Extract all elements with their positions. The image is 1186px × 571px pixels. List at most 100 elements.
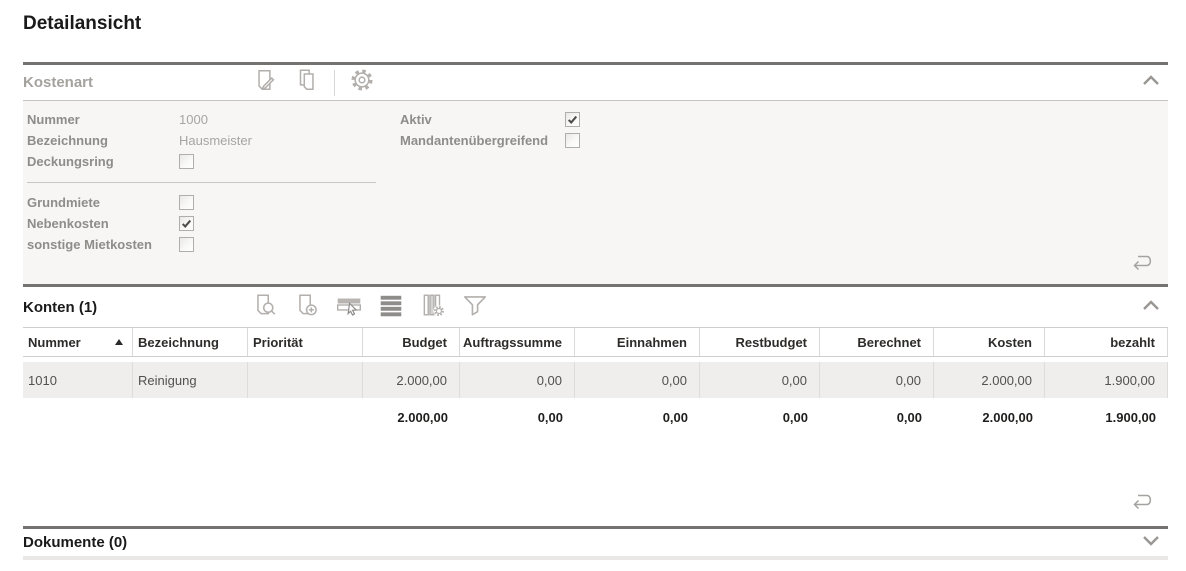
konten-title: Konten (1) (23, 298, 98, 316)
total-kosten: 2.000,00 (982, 410, 1033, 425)
rows-view-icon (378, 292, 404, 323)
column-header-prioritaet[interactable]: Priorität (248, 328, 363, 356)
chevron-up-icon (1140, 298, 1162, 317)
sort-ascending-icon (115, 339, 123, 345)
aktiv-checkbox[interactable] (565, 112, 580, 127)
field-label: Nebenkosten (27, 216, 109, 231)
field-nebenkosten: Nebenkosten (27, 213, 400, 234)
konten-return-button[interactable] (1128, 491, 1156, 516)
field-value: Hausmeister (179, 133, 252, 148)
cell-restbudget: 0,00 (700, 362, 820, 398)
cell-auftragssumme: 0,00 (460, 362, 575, 398)
column-header-budget[interactable]: Budget (363, 328, 460, 356)
column-header-berechnet[interactable]: Berechnet (820, 328, 934, 356)
return-arrow-icon (1128, 494, 1156, 515)
kostenart-return-button[interactable] (1128, 252, 1156, 277)
kostenart-header: Kostenart (23, 65, 1168, 101)
view-document-icon (252, 292, 278, 323)
form-divider (27, 182, 376, 183)
table-header-row: Nummer Bezeichnung Priorität Budget Auft… (23, 327, 1168, 357)
deckungsring-checkbox[interactable] (179, 154, 194, 169)
dokumente-collapsed-bar (23, 556, 1168, 560)
field-grundmiete: Grundmiete (27, 192, 400, 213)
field-label: Nummer (27, 112, 80, 127)
kostenart-body: Nummer 1000 Bezeichnung Hausmeister Deck… (23, 101, 1168, 284)
kostenart-toolbar (250, 68, 377, 98)
total-restbudget: 0,00 (782, 410, 808, 425)
view-button[interactable] (250, 292, 280, 322)
cell-einnahmen: 0,00 (575, 362, 700, 398)
mandantenuebergreifend-checkbox[interactable] (565, 133, 580, 148)
konten-header: Konten (1) (23, 287, 1168, 327)
total-bezahlt: 1.900,00 (1105, 410, 1156, 425)
column-header-bezeichnung[interactable]: Bezeichnung (133, 328, 248, 356)
cell-berechnet: 0,00 (820, 362, 934, 398)
add-button[interactable] (292, 292, 322, 322)
total-auftragssumme: 0,00 (537, 410, 563, 425)
copy-document-icon (294, 67, 320, 98)
column-header-einnahmen[interactable]: Einnahmen (575, 328, 700, 356)
konten-table: Nummer Bezeichnung Priorität Budget Auft… (23, 327, 1168, 433)
settings-button[interactable] (347, 68, 377, 98)
edit-button[interactable] (250, 68, 280, 98)
total-empty (133, 402, 248, 433)
kostenart-collapse-toggle[interactable] (1134, 70, 1168, 96)
select-rows-icon (335, 292, 363, 323)
column-header-nummer[interactable]: Nummer (23, 328, 133, 356)
copy-button[interactable] (292, 68, 322, 98)
field-label: sonstige Mietkosten (27, 237, 152, 252)
field-aktiv: Aktiv (400, 109, 580, 130)
field-sonstige-mietkosten: sonstige Mietkosten (27, 234, 400, 255)
column-header-restbudget[interactable]: Restbudget (700, 328, 820, 356)
chevron-up-icon (1140, 73, 1162, 92)
kostenart-title: Kostenart (23, 74, 94, 91)
table-summary-row: 2.000,00 0,00 0,00 0,00 0,00 2.000,00 1.… (23, 402, 1168, 433)
kostenart-form-left: Nummer 1000 Bezeichnung Hausmeister Deck… (27, 109, 400, 255)
field-bezeichnung: Bezeichnung Hausmeister (27, 130, 400, 151)
total-empty (248, 402, 363, 433)
konten-toolbar (250, 292, 490, 322)
dokumente-collapse-toggle[interactable] (1134, 530, 1168, 556)
cell-kosten: 2.000,00 (934, 362, 1045, 398)
column-header-auftragssumme[interactable]: Auftragssumme (460, 328, 575, 356)
field-nummer: Nummer 1000 (27, 109, 400, 130)
detail-view-page: Detailansicht Kostenart Nummer 1000 Beze… (0, 0, 1186, 571)
field-mandantenuebergreifend: Mandantenübergreifend (400, 130, 580, 151)
page-title: Detailansicht (23, 13, 142, 34)
cell-budget: 2.000,00 (363, 362, 460, 398)
cell-prioritaet (248, 362, 363, 398)
kostenart-form: Nummer 1000 Bezeichnung Hausmeister Deck… (27, 109, 1168, 255)
grundmiete-checkbox[interactable] (179, 195, 194, 210)
rows-view-button[interactable] (376, 292, 406, 322)
field-value: 1000 (179, 112, 208, 127)
cell-bezahlt: 1.900,00 (1045, 362, 1168, 398)
filter-button[interactable] (460, 292, 490, 322)
field-label: Aktiv (400, 112, 432, 127)
table-row[interactable]: 1010 Reinigung 2.000,00 0,00 0,00 0,00 0… (23, 362, 1168, 398)
return-arrow-icon (1128, 255, 1156, 276)
filter-funnel-icon (461, 292, 489, 323)
chevron-down-icon (1140, 533, 1162, 552)
column-settings-icon (420, 292, 446, 323)
total-budget: 2.000,00 (397, 410, 448, 425)
cell-nummer: 1010 (23, 362, 133, 398)
add-document-icon (294, 292, 320, 323)
total-empty (23, 402, 133, 433)
column-settings-button[interactable] (418, 292, 448, 322)
nebenkosten-checkbox[interactable] (179, 216, 194, 231)
field-label: Grundmiete (27, 195, 100, 210)
sonstige-mietkosten-checkbox[interactable] (179, 237, 194, 252)
select-rows-button[interactable] (334, 292, 364, 322)
section-kostenart: Kostenart Nummer 1000 Bezeichnung Hausme… (23, 65, 1168, 284)
field-label: Deckungsring (27, 154, 114, 169)
konten-collapse-toggle[interactable] (1134, 294, 1168, 320)
toolbar-separator (334, 69, 335, 96)
dokumente-header: Dokumente (0) (23, 529, 1168, 556)
total-berechnet: 0,00 (896, 410, 922, 425)
column-header-kosten[interactable]: Kosten (934, 328, 1045, 356)
konten-body: Nummer Bezeichnung Priorität Budget Auft… (23, 327, 1168, 526)
total-einnahmen: 0,00 (662, 410, 688, 425)
section-dokumente: Dokumente (0) (23, 529, 1168, 560)
column-header-bezahlt[interactable]: bezahlt (1045, 328, 1168, 356)
field-deckungsring: Deckungsring (27, 151, 400, 172)
